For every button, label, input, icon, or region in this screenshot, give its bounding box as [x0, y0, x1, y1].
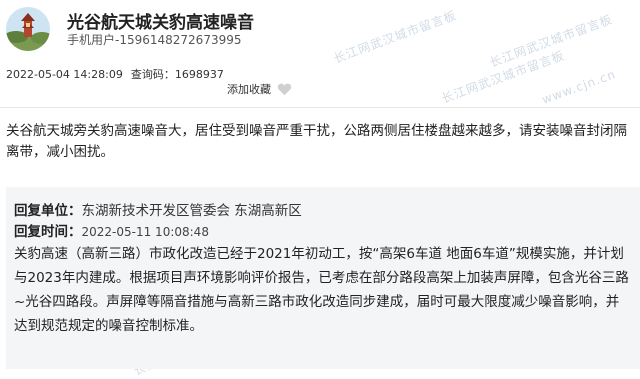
reply-content: 关豹高速（高新三路）市政化改造已经于2021年初动工，按“高架6车道 地面6车道… — [14, 246, 629, 334]
add-favorite-button[interactable]: 添加收藏 — [227, 81, 292, 97]
reply-time-label: 回复时间： — [14, 224, 82, 240]
heart-icon — [277, 83, 292, 96]
reply-unit-row: 回复单位：东湖新技术开发区管委会 东湖高新区 — [14, 199, 302, 219]
watermark-text: 长江网武汉城市留言板 — [487, 12, 615, 70]
post-user: 手机用户-1596148272673995 — [67, 33, 242, 47]
reply-time-row: 回复时间：2022-05-11 10:08:48 — [14, 220, 209, 240]
post-content: 关谷航天城旁关豹高速噪音大，居住受到噪音严重干扰，公路两侧居住楼盘越来越多，请安… — [6, 123, 627, 160]
reply-time-value: 2022-05-11 10:08:48 — [81, 225, 209, 239]
reply-unit-label: 回复单位： — [14, 203, 82, 219]
watermark-text: 长江网武汉城市留言板 — [331, 8, 459, 66]
post-date: 2022-05-04 14:28:09 — [6, 68, 123, 81]
query-code: 1698937 — [174, 68, 224, 81]
divider — [0, 107, 640, 108]
avatar — [6, 7, 50, 51]
favorite-label: 添加收藏 — [227, 83, 271, 96]
reply-unit-value: 东湖新技术开发区管委会 东湖高新区 — [81, 203, 302, 219]
watermark-text: 长江网武汉城市留言板 — [439, 48, 567, 106]
post-title: 光谷航天城关豹高速噪音 — [67, 13, 254, 33]
query-label: 查询码： — [130, 68, 175, 81]
reply-section: 回复单位：东湖新技术开发区管委会 东湖高新区 回复时间：2022-05-11 1… — [6, 187, 640, 369]
post-meta: 2022-05-04 14:28:09 查询码：1698937 — [6, 66, 224, 82]
watermark-url: www.cjn.cn — [539, 67, 618, 107]
